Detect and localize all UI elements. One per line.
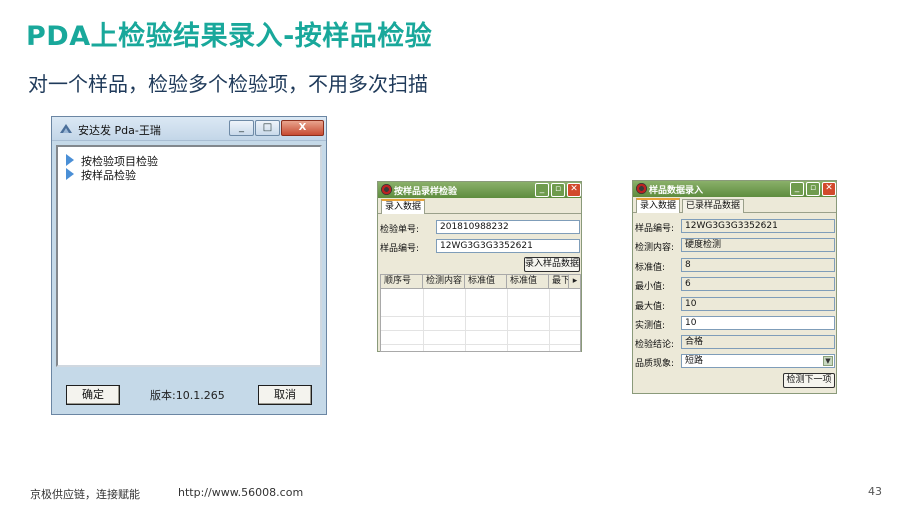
standard-value-field: 8 [681, 258, 835, 272]
entry-window-titlebar[interactable]: 样品数据录入 _ ▫ ✕ [633, 181, 836, 197]
quality-phenomenon-select[interactable]: 短路 ▼ [681, 354, 835, 368]
function-tree: 按检验项目检验 按样品检验 [56, 145, 322, 367]
table-row[interactable] [381, 331, 580, 345]
load-sample-data-button[interactable]: 录入样品数据 [524, 257, 580, 272]
close-button[interactable]: ✕ [822, 182, 836, 196]
restore-button[interactable]: ▫ [551, 183, 565, 197]
field-label: 样品编号: [380, 244, 420, 254]
sample-window-title: 按样品录样检验 [394, 187, 458, 197]
measured-value-input[interactable]: 10 [681, 316, 835, 330]
inspection-items-grid: 顺序号 检测内容 标准值 标准值 最下 ▸ [380, 274, 581, 352]
main-window-title: 安达发 Pda-王瑞 [78, 124, 161, 137]
entry-window-body: 样品编号: 12WG3G3G3352621 检测内容: 硬度检测 标准值: 8 … [633, 213, 836, 393]
expand-arrow-icon [66, 154, 74, 166]
sample-entry-window: 样品数据录入 _ ▫ ✕ 录入数据 已录样品数据 样品编号: 12WG3G3G3… [632, 180, 837, 394]
grid-header: 顺序号 检测内容 标准值 标准值 最下 ▸ [381, 275, 580, 289]
tab-recorded-sample-data[interactable]: 已录样品数据 [682, 199, 745, 213]
grid-column-header[interactable]: 检测内容 [423, 275, 465, 289]
sample-number-input[interactable]: 12WG3G3G3352621 [436, 239, 580, 253]
field-label: 检验结论: [635, 340, 675, 350]
grid-column-header[interactable]: 顺序号 [381, 275, 423, 289]
app-logo-icon [60, 124, 72, 133]
entry-window-tabs: 录入数据 已录样品数据 [633, 197, 836, 214]
pda-main-window: 安达发 Pda-王瑞 _ □ X 按检验项目检验 按样品检验 确定 版本:10.… [51, 116, 327, 415]
tab-entry-data[interactable]: 录入数据 [636, 198, 681, 214]
select-value: 短路 [685, 356, 704, 366]
field-label: 样品编号: [635, 224, 675, 234]
close-button[interactable]: X [281, 120, 324, 136]
tree-item-label: 按样品检验 [81, 169, 136, 182]
field-label: 检验单号: [380, 225, 420, 235]
page-number: 43 [868, 485, 882, 498]
table-row[interactable] [381, 317, 580, 331]
restore-button[interactable]: ▫ [806, 182, 820, 196]
footer-url[interactable]: http://www.56008.com [178, 486, 303, 499]
grid-column-header[interactable]: 标准值 [507, 275, 549, 289]
field-label: 标准值: [635, 263, 666, 273]
inspection-result-field: 合格 [681, 335, 835, 349]
grid-divider [549, 289, 550, 351]
minimize-button[interactable]: _ [229, 120, 254, 136]
main-footer: 确定 版本:10.1.265 取消 [52, 373, 326, 413]
ok-button[interactable]: 确定 [66, 385, 120, 405]
slide-title: PDA上检验结果录入-按样品检验 [26, 21, 433, 52]
sample-window-titlebar[interactable]: 按样品录样检验 _ ▫ ✕ [378, 182, 581, 198]
minimize-button[interactable]: _ [790, 182, 804, 196]
inspection-content-field: 硬度检测 [681, 238, 835, 252]
field-label: 品质现象: [635, 359, 675, 369]
chevron-down-icon[interactable]: ▼ [823, 356, 833, 366]
grid-divider [423, 289, 424, 351]
scroll-right-icon[interactable]: ▸ [569, 275, 581, 289]
close-button[interactable]: ✕ [567, 183, 581, 197]
app-icon [636, 183, 647, 194]
sample-inspection-window: 按样品录样检验 _ ▫ ✕ 录入数据 检验单号: 201810988232 样品… [377, 181, 582, 352]
field-label: 实测值: [635, 321, 666, 331]
footer-slogan: 京极供应链，连接赋能 [30, 488, 140, 501]
tab-entry-data[interactable]: 录入数据 [381, 199, 426, 215]
sample-window-body: 检验单号: 201810988232 样品编号: 12WG3G3G3352621… [378, 214, 581, 352]
expand-arrow-icon [66, 168, 74, 180]
grid-divider [507, 289, 508, 351]
slide-subtitle: 对一个样品，检验多个检验项，不用多次扫描 [28, 72, 428, 96]
main-titlebar[interactable]: 安达发 Pda-王瑞 _ □ X [52, 117, 326, 141]
cancel-button[interactable]: 取消 [258, 385, 312, 405]
minimize-button[interactable]: _ [535, 183, 549, 197]
sample-number-field: 12WG3G3G3352621 [681, 219, 835, 233]
max-value-field: 10 [681, 297, 835, 311]
grid-column-header[interactable]: 标准值 [465, 275, 507, 289]
grid-column-header[interactable]: 最下 [549, 275, 569, 289]
field-label: 检测内容: [635, 243, 675, 253]
field-label: 最小值: [635, 282, 666, 292]
min-value-field: 6 [681, 277, 835, 291]
sample-window-tabs: 录入数据 [378, 198, 581, 215]
grid-divider [465, 289, 466, 351]
inspection-order-input[interactable]: 201810988232 [436, 220, 580, 234]
app-icon [381, 184, 392, 195]
maximize-button[interactable]: □ [255, 120, 280, 136]
field-label: 最大值: [635, 302, 666, 312]
next-item-button[interactable]: 检测下一项 [783, 373, 835, 388]
entry-window-title: 样品数据录入 [649, 186, 704, 196]
version-label: 版本:10.1.265 [150, 389, 225, 402]
table-row[interactable] [381, 303, 580, 317]
